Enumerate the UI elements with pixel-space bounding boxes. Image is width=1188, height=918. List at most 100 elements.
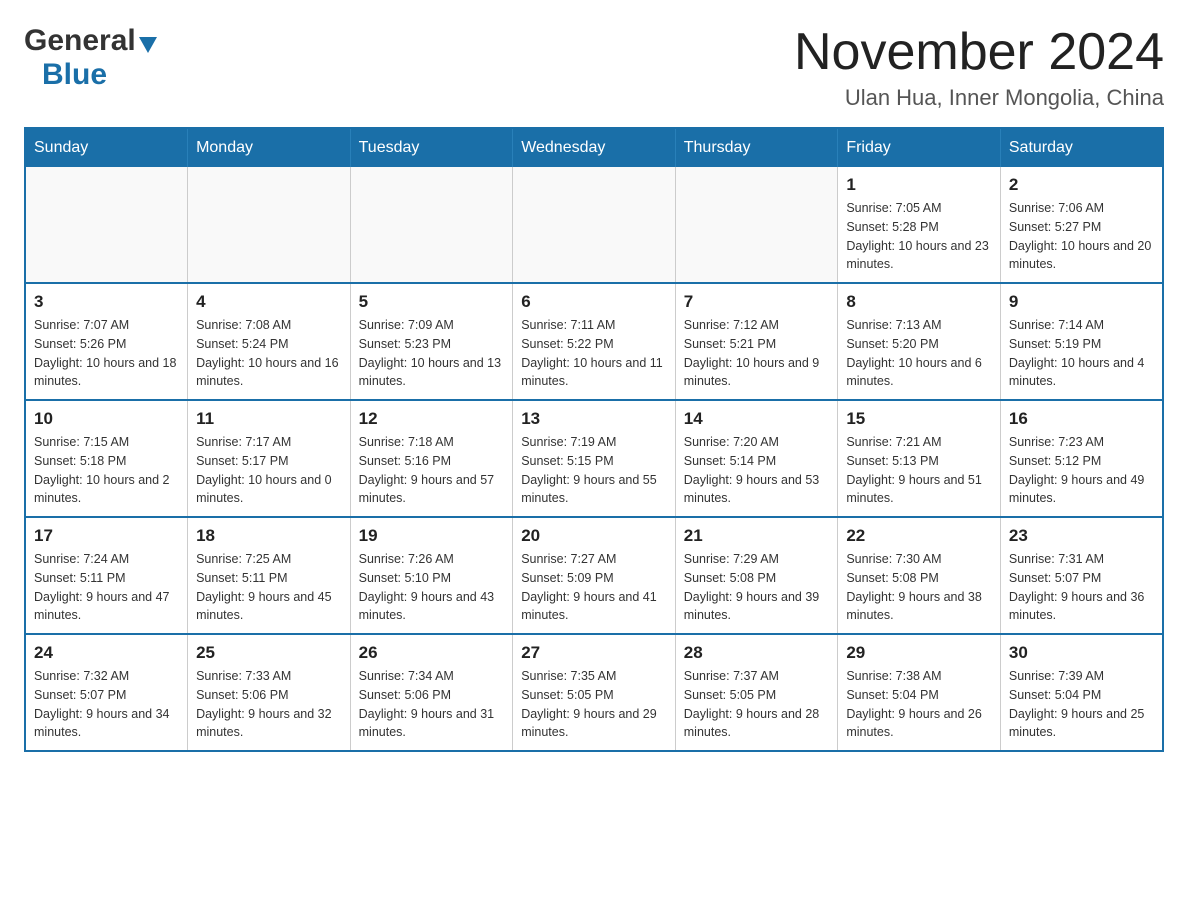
day-number: 23	[1009, 526, 1154, 546]
day-number: 5	[359, 292, 505, 312]
logo-triangle-icon	[139, 37, 157, 53]
weekday-header-friday: Friday	[838, 128, 1001, 167]
subtitle: Ulan Hua, Inner Mongolia, China	[794, 85, 1164, 111]
day-info: Sunrise: 7:25 AMSunset: 5:11 PMDaylight:…	[196, 550, 342, 625]
day-number: 28	[684, 643, 830, 663]
calendar-cell: 15Sunrise: 7:21 AMSunset: 5:13 PMDayligh…	[838, 400, 1001, 517]
day-number: 13	[521, 409, 667, 429]
calendar-cell: 10 Sunrise: 7:15 AMSunset: 5:18 PMDayligh…	[25, 400, 188, 517]
calendar-cell: 8Sunrise: 7:13 AMSunset: 5:20 PMDaylight…	[838, 283, 1001, 400]
logo-blue-row: Blue	[24, 58, 107, 92]
calendar-cell: 14 Sunrise: 7:20 AMSunset: 5:14 PMDayligh…	[675, 400, 838, 517]
logo-general-row: General	[24, 24, 157, 58]
day-info: Sunrise: 7:06 AMSunset: 5:27 PMDaylight:…	[1009, 199, 1154, 274]
day-number: 14	[684, 409, 830, 429]
day-number: 7	[684, 292, 830, 312]
calendar-cell: 29Sunrise: 7:38 AMSunset: 5:04 PMDayligh…	[838, 634, 1001, 751]
title-section: November 2024 Ulan Hua, Inner Mongolia, …	[794, 24, 1164, 111]
day-number: 16	[1009, 409, 1154, 429]
weekday-header-monday: Monday	[188, 128, 351, 167]
calendar-cell	[188, 167, 351, 283]
day-info: Sunrise: 7:27 AMSunset: 5:09 PMDaylight:…	[521, 550, 667, 625]
day-number: 3	[34, 292, 179, 312]
page-header: General Blue November 2024 Ulan Hua, Inn…	[24, 24, 1164, 111]
day-info: Sunrise: 7:14 AMSunset: 5:19 PMDaylight:…	[1009, 316, 1154, 391]
calendar-cell: 9 Sunrise: 7:14 AMSunset: 5:19 PMDaylight…	[1000, 283, 1163, 400]
day-info: Sunrise: 7:37 AMSunset: 5:05 PMDaylight:…	[684, 667, 830, 742]
day-number: 17	[34, 526, 179, 546]
calendar-week-4: 17 Sunrise: 7:24 AMSunset: 5:11 PMDayligh…	[25, 517, 1163, 634]
calendar-week-2: 3 Sunrise: 7:07 AMSunset: 5:26 PMDaylight…	[25, 283, 1163, 400]
calendar-cell: 19 Sunrise: 7:26 AMSunset: 5:10 PMDayligh…	[350, 517, 513, 634]
calendar-cell: 11Sunrise: 7:17 AMSunset: 5:17 PMDayligh…	[188, 400, 351, 517]
weekday-header-thursday: Thursday	[675, 128, 838, 167]
day-info: Sunrise: 7:31 AMSunset: 5:07 PMDaylight:…	[1009, 550, 1154, 625]
day-info: Sunrise: 7:13 AMSunset: 5:20 PMDaylight:…	[846, 316, 992, 391]
day-number: 20	[521, 526, 667, 546]
calendar-cell: 18Sunrise: 7:25 AMSunset: 5:11 PMDayligh…	[188, 517, 351, 634]
day-info: Sunrise: 7:33 AMSunset: 5:06 PMDaylight:…	[196, 667, 342, 742]
day-info: Sunrise: 7:05 AMSunset: 5:28 PMDaylight:…	[846, 199, 992, 274]
calendar-header: SundayMondayTuesdayWednesdayThursdayFrid…	[25, 128, 1163, 167]
day-number: 11	[196, 409, 342, 429]
calendar-cell: 13 Sunrise: 7:19 AMSunset: 5:15 PMDayligh…	[513, 400, 676, 517]
day-info: Sunrise: 7:29 AMSunset: 5:08 PMDaylight:…	[684, 550, 830, 625]
calendar-cell	[350, 167, 513, 283]
day-number: 15	[846, 409, 992, 429]
day-info: Sunrise: 7:34 AMSunset: 5:06 PMDaylight:…	[359, 667, 505, 742]
day-info: Sunrise: 7:26 AMSunset: 5:10 PMDaylight:…	[359, 550, 505, 625]
calendar-cell: 17 Sunrise: 7:24 AMSunset: 5:11 PMDayligh…	[25, 517, 188, 634]
day-info: Sunrise: 7:23 AMSunset: 5:12 PMDaylight:…	[1009, 433, 1154, 508]
day-info: Sunrise: 7:07 AMSunset: 5:26 PMDaylight:…	[34, 316, 179, 391]
day-info: Sunrise: 7:08 AMSunset: 5:24 PMDaylight:…	[196, 316, 342, 391]
day-number: 24	[34, 643, 179, 663]
weekday-header-saturday: Saturday	[1000, 128, 1163, 167]
day-info: Sunrise: 7:39 AMSunset: 5:04 PMDaylight:…	[1009, 667, 1154, 742]
day-info: Sunrise: 7:19 AMSunset: 5:15 PMDaylight:…	[521, 433, 667, 508]
day-number: 27	[521, 643, 667, 663]
calendar-cell: 25 Sunrise: 7:33 AMSunset: 5:06 PMDayligh…	[188, 634, 351, 751]
calendar-cell: 1 Sunrise: 7:05 AMSunset: 5:28 PMDaylight…	[838, 167, 1001, 283]
weekday-header-wednesday: Wednesday	[513, 128, 676, 167]
calendar-week-1: 1 Sunrise: 7:05 AMSunset: 5:28 PMDaylight…	[25, 167, 1163, 283]
calendar-cell: 12 Sunrise: 7:18 AMSunset: 5:16 PMDayligh…	[350, 400, 513, 517]
calendar-cell: 3 Sunrise: 7:07 AMSunset: 5:26 PMDaylight…	[25, 283, 188, 400]
calendar-body: 1 Sunrise: 7:05 AMSunset: 5:28 PMDaylight…	[25, 167, 1163, 751]
weekday-header-row: SundayMondayTuesdayWednesdayThursdayFrid…	[25, 128, 1163, 167]
calendar-cell: 23 Sunrise: 7:31 AMSunset: 5:07 PMDayligh…	[1000, 517, 1163, 634]
calendar-week-5: 24 Sunrise: 7:32 AMSunset: 5:07 PMDayligh…	[25, 634, 1163, 751]
day-number: 29	[846, 643, 992, 663]
main-title: November 2024	[794, 24, 1164, 81]
logo-general-text: General	[24, 24, 136, 57]
calendar-cell: 7 Sunrise: 7:12 AMSunset: 5:21 PMDaylight…	[675, 283, 838, 400]
day-number: 25	[196, 643, 342, 663]
day-number: 12	[359, 409, 505, 429]
day-info: Sunrise: 7:35 AMSunset: 5:05 PMDaylight:…	[521, 667, 667, 742]
day-number: 10	[34, 409, 179, 429]
day-number: 21	[684, 526, 830, 546]
day-number: 19	[359, 526, 505, 546]
day-number: 26	[359, 643, 505, 663]
calendar-cell: 30 Sunrise: 7:39 AMSunset: 5:04 PMDayligh…	[1000, 634, 1163, 751]
day-number: 9	[1009, 292, 1154, 312]
weekday-header-sunday: Sunday	[25, 128, 188, 167]
day-info: Sunrise: 7:32 AMSunset: 5:07 PMDaylight:…	[34, 667, 179, 742]
day-number: 30	[1009, 643, 1154, 663]
day-number: 22	[846, 526, 992, 546]
calendar-cell: 5 Sunrise: 7:09 AMSunset: 5:23 PMDaylight…	[350, 283, 513, 400]
calendar-cell: 21 Sunrise: 7:29 AMSunset: 5:08 PMDayligh…	[675, 517, 838, 634]
day-number: 6	[521, 292, 667, 312]
day-info: Sunrise: 7:12 AMSunset: 5:21 PMDaylight:…	[684, 316, 830, 391]
calendar-cell: 16 Sunrise: 7:23 AMSunset: 5:12 PMDayligh…	[1000, 400, 1163, 517]
day-number: 1	[846, 175, 992, 195]
calendar-cell	[513, 167, 676, 283]
weekday-header-tuesday: Tuesday	[350, 128, 513, 167]
day-info: Sunrise: 7:15 AMSunset: 5:18 PMDaylight:…	[34, 433, 179, 508]
calendar-cell: 2Sunrise: 7:06 AMSunset: 5:27 PMDaylight…	[1000, 167, 1163, 283]
day-info: Sunrise: 7:24 AMSunset: 5:11 PMDaylight:…	[34, 550, 179, 625]
day-info: Sunrise: 7:18 AMSunset: 5:16 PMDaylight:…	[359, 433, 505, 508]
calendar-cell: 26 Sunrise: 7:34 AMSunset: 5:06 PMDayligh…	[350, 634, 513, 751]
logo: General Blue	[24, 24, 157, 92]
day-info: Sunrise: 7:20 AMSunset: 5:14 PMDaylight:…	[684, 433, 830, 508]
day-info: Sunrise: 7:09 AMSunset: 5:23 PMDaylight:…	[359, 316, 505, 391]
